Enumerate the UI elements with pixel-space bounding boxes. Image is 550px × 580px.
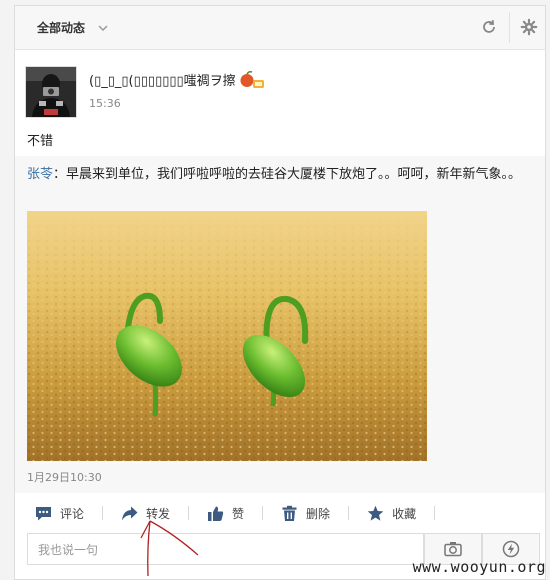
fruit-badge-icon	[240, 70, 264, 88]
comment-icon	[36, 506, 51, 520]
gear-icon[interactable]	[520, 18, 538, 36]
quoted-separator: ：	[53, 167, 67, 182]
quoted-author-link[interactable]: 张苓	[27, 167, 53, 182]
like-label: 赞	[232, 506, 245, 521]
forward-icon	[122, 506, 138, 520]
post-comment: 不错	[27, 134, 54, 149]
action-divider	[262, 506, 264, 520]
header-divider	[509, 12, 510, 43]
forward-button[interactable]: 转发	[121, 502, 170, 524]
reply-field-wrapper	[27, 533, 424, 565]
like-icon	[208, 506, 224, 521]
feed-header: 全部动态	[15, 6, 545, 50]
post-author[interactable]: (▯_▯_▯(▯▯▯▯▯▯▯嗤禂ヲ擦	[89, 70, 265, 89]
watermark: www.wooyun.org	[412, 558, 546, 576]
action-divider	[188, 506, 190, 520]
action-divider	[434, 506, 436, 520]
filter-label: 全部动态	[37, 21, 86, 35]
comment-label: 评论	[60, 506, 85, 521]
avatar[interactable]	[25, 66, 77, 118]
star-icon	[367, 505, 384, 521]
delete-label: 删除	[306, 506, 331, 521]
sprouts-photo[interactable]	[27, 211, 427, 461]
quoted-post-date: 1月29日10:30	[27, 471, 102, 484]
action-bar: 评论 转发 赞 删除 收藏	[15, 500, 545, 526]
feed-panel: 全部动态 (▯_▯_▯(▯▯▯▯▯▯▯嗤禂ヲ擦 15:36 不错 张苓：早晨来到…	[14, 5, 546, 580]
lightning-icon	[502, 540, 520, 558]
forward-label: 转发	[146, 506, 171, 521]
quoted-post: 张苓：早晨来到单位，我们呼啦呼啦的去硅谷大厦楼下放炮了。。呵呵，新年新气象。。	[15, 156, 545, 493]
post-author-name: (▯_▯_▯(▯▯▯▯▯▯▯嗤禂ヲ擦	[89, 74, 236, 89]
favorite-label: 收藏	[392, 506, 417, 521]
favorite-button[interactable]: 收藏	[367, 502, 416, 524]
avatar-photo	[26, 67, 76, 117]
reply-input[interactable]	[36, 540, 410, 560]
post-time: 15:36	[89, 97, 121, 110]
comment-button[interactable]: 评论	[35, 502, 84, 524]
filter-dropdown[interactable]: 全部动态	[37, 19, 109, 36]
like-button[interactable]: 赞	[207, 502, 244, 524]
action-divider	[348, 506, 350, 520]
chevron-down-icon	[98, 24, 108, 31]
quoted-post-text: 张苓：早晨来到单位，我们呼啦呼啦的去硅谷大厦楼下放炮了。。呵呵，新年新气象。。	[27, 164, 535, 186]
action-divider	[102, 506, 104, 520]
refresh-icon[interactable]	[480, 18, 498, 36]
camera-icon	[444, 542, 462, 557]
trash-icon	[282, 505, 297, 521]
delete-button[interactable]: 删除	[281, 502, 330, 524]
quoted-body: 早晨来到单位，我们呼啦呼啦的去硅谷大厦楼下放炮了。。呵呵，新年新气象。。	[66, 167, 522, 182]
